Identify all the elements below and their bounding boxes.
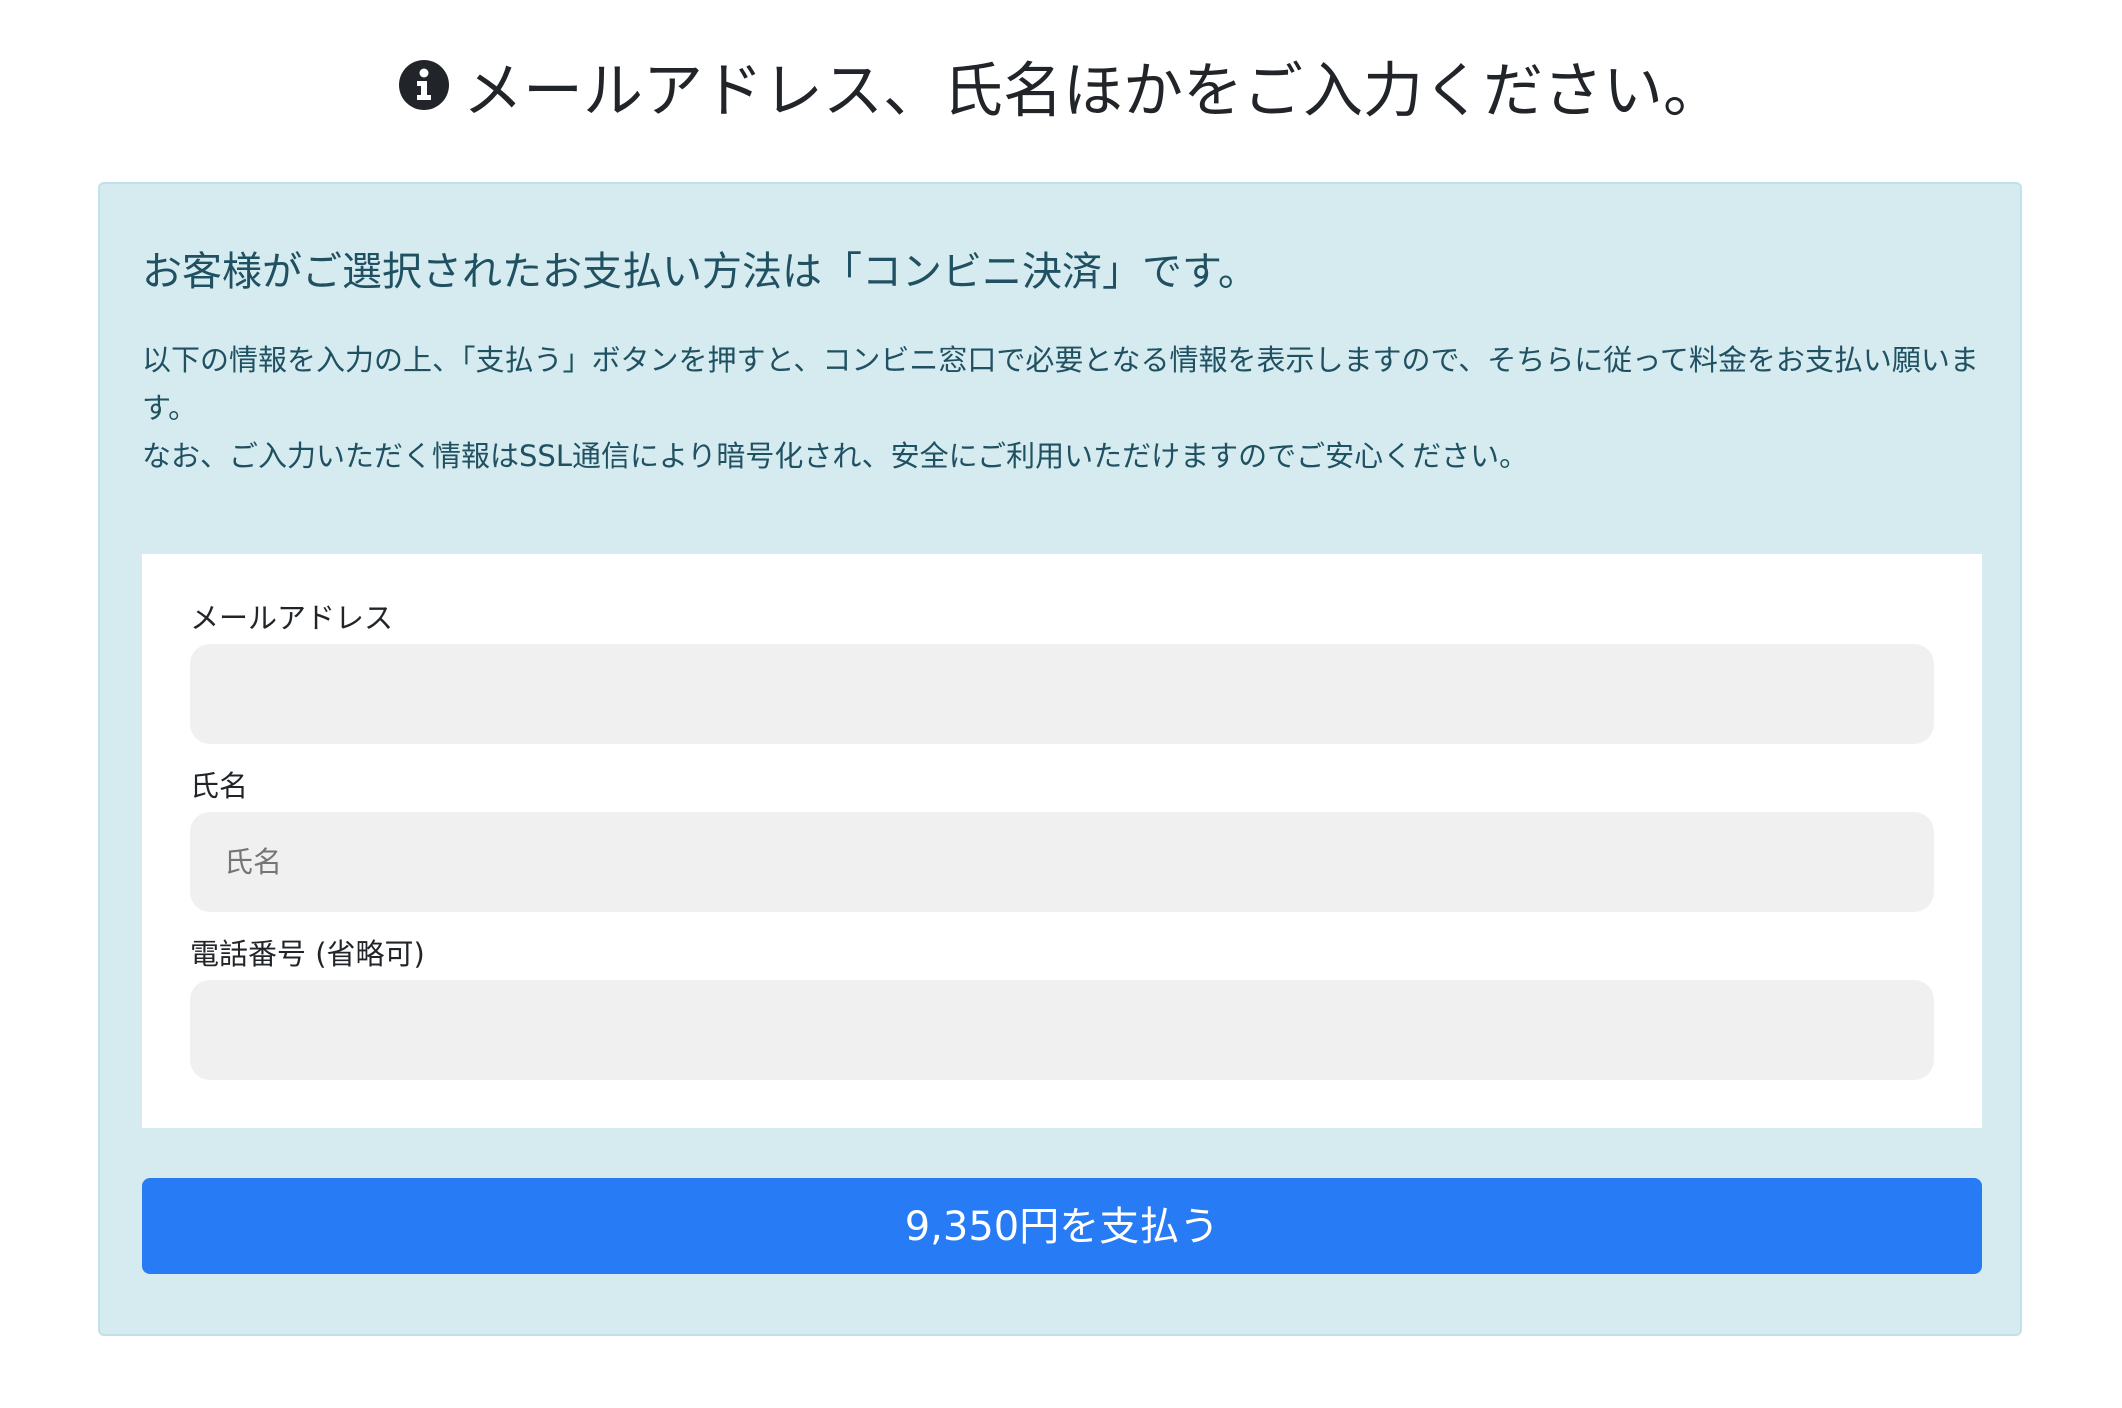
phone-field[interactable]: [190, 980, 1934, 1080]
email-label: メールアドレス: [190, 601, 394, 635]
security-note-paragraph: なお、ご入力いただく情報はSSL通信により暗号化され、安全にご利用いただけますの…: [142, 439, 1529, 473]
name-field[interactable]: [190, 812, 1934, 912]
pay-button[interactable]: 9,350円を支払う: [142, 1178, 1982, 1274]
instruction-paragraph: 以下の情報を入力の上、「支払う」ボタンを押すと、コンビニ窓口で必要となる情報を表…: [142, 343, 1979, 425]
payment-notice-panel: お客様がご選択されたお支払い方法は「コンビニ決済」です。 以下の情報を入力の上、…: [98, 182, 2022, 1336]
phone-label: 電話番号 (省略可): [190, 937, 425, 971]
info-circle-icon: [399, 60, 449, 111]
email-field[interactable]: [190, 644, 1934, 744]
name-label: 氏名: [190, 769, 249, 803]
page-title-text: メールアドレス、氏名ほかをご入力ください。: [463, 56, 1723, 127]
customer-info-form: メールアドレス 氏名 電話番号 (省略可): [142, 554, 1982, 1128]
payment-instructions: 以下の情報を入力の上、「支払う」ボタンを押すと、コンビニ窓口で必要となる情報を表…: [142, 336, 2002, 480]
payment-method-heading: お客様がご選択されたお支払い方法は「コンビニ決済」です。: [142, 249, 1258, 295]
page-title: メールアドレス、氏名ほかをご入力ください。: [0, 48, 2122, 131]
